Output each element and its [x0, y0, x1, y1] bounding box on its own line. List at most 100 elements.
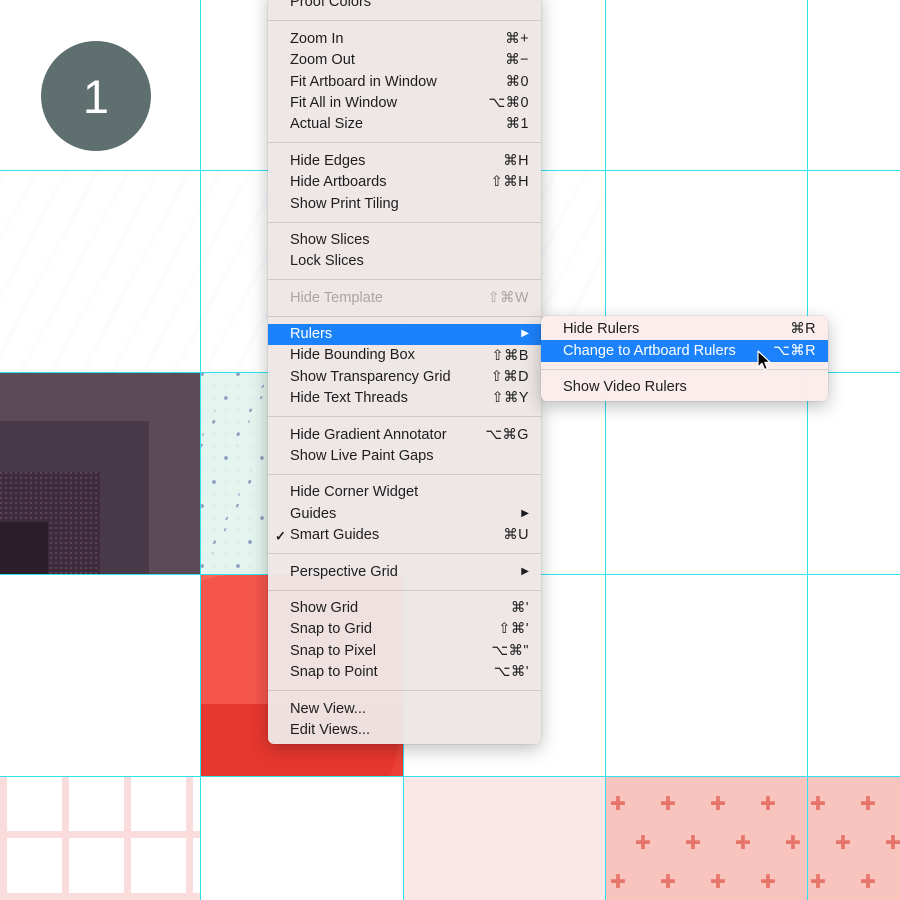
- view-menu-item-new-view[interactable]: New View...: [268, 698, 541, 719]
- view-menu-item-zoom-out[interactable]: Zoom Out ⌘−: [268, 50, 541, 71]
- rulers-submenu-item-show-video-rulers[interactable]: Show Video Rulers: [541, 377, 828, 398]
- arrow-pointer-cursor-icon: [757, 350, 771, 371]
- view-menu-item-edit-views[interactable]: Edit Views...: [268, 720, 541, 741]
- view-menu-item-snap-to-grid[interactable]: Snap to Grid ⇧⌘': [268, 619, 541, 640]
- view-menu-item-lock-slices[interactable]: Lock Slices: [268, 251, 541, 272]
- plus-glyph-icon: ✚: [660, 872, 676, 893]
- rulers-submenu[interactable]: Hide Rulers ⌘R Change to Artboard Rulers ⌥⌘…: [541, 316, 828, 402]
- view-menu-item-snap-to-point[interactable]: Snap to Point ⌥⌘': [268, 662, 541, 683]
- view-menu-item-rulers[interactable]: Rulers ▶: [268, 323, 541, 346]
- view-menu-item-label: Hide Edges: [290, 152, 366, 169]
- view-menu-item-label: Smart Guides: [290, 527, 380, 544]
- view-menu-item-show-grid[interactable]: Show Grid ⌘': [268, 598, 541, 619]
- view-menu-item-shortcut: ⇧⌘W: [487, 289, 529, 306]
- view-menu-item-hide-corner-widget[interactable]: Hide Corner Widget: [268, 482, 541, 503]
- rulers-submenu-item-shortcut: ⌥⌘R: [773, 342, 816, 359]
- rulers-submenu-item-hide-rulers[interactable]: Hide Rulers ⌘R: [541, 319, 828, 340]
- rulers-submenu-group: Show Video Rulers: [541, 374, 828, 401]
- view-menu-group: Hide Edges ⌘H Hide Artboards ⇧⌘H Show Print …: [268, 147, 541, 217]
- view-menu-item-label: Show Grid: [290, 599, 359, 616]
- view-menu-item-label: Zoom Out: [290, 52, 355, 69]
- plus-glyph-icon: ✚: [810, 872, 826, 893]
- view-menu-item-shortcut: ⌥⌘G: [485, 426, 529, 443]
- view-menu-item-guides[interactable]: Guides ▶: [268, 503, 541, 524]
- view-menu-item-fit-artboard-in-window[interactable]: Fit Artboard in Window ⌘0: [268, 71, 541, 92]
- view-menu-item-label: Actual Size: [290, 116, 364, 133]
- view-menu-item-show-print-tiling[interactable]: Show Print Tiling: [268, 193, 541, 214]
- plus-glyph-icon: ✚: [735, 833, 751, 854]
- view-menu-item-zoom-in[interactable]: Zoom In ⌘+: [268, 28, 541, 49]
- view-menu-separator: [268, 20, 541, 22]
- view-menu-item-show-transparency-grid[interactable]: Show Transparency Grid ⇧⌘D: [268, 366, 541, 387]
- view-menu-item-actual-size[interactable]: Actual Size ⌘1: [268, 114, 541, 135]
- view-menu-item-label: Edit Views...: [290, 721, 371, 738]
- view-menu-group: Rulers ▶ Hide Bounding Box ⇧⌘B Show Transpar…: [268, 321, 541, 413]
- plus-glyph-icon: ✚: [835, 833, 851, 854]
- view-menu-item-show-slices[interactable]: Show Slices: [268, 230, 541, 251]
- plus-glyph-icon: ✚: [760, 872, 776, 893]
- view-menu-item-shortcut: ⌘0: [505, 73, 529, 90]
- view-menu-item-shortcut: ⌥⌘': [493, 664, 529, 681]
- view-menu-group: Perspective Grid ▶: [268, 558, 541, 585]
- view-menu-separator: [268, 690, 541, 692]
- view-menu-item-hide-text-threads[interactable]: Hide Text Threads ⇧⌘Y: [268, 388, 541, 409]
- view-menu-separator: [268, 142, 541, 144]
- plus-glyph-icon: ✚: [810, 794, 826, 815]
- plus-glyph-icon: ✚: [635, 833, 651, 854]
- view-menu-separator: [268, 315, 541, 317]
- view-menu-item-proof-colors[interactable]: Proof Colors: [268, 0, 541, 13]
- illustrator-canvas: ✚✚✚✚✚✚✚✚✚✚✚✚✚✚✚✚✚✚✚✚✚✚✚✚✚✚✚✚✚✚✚✚✚✚✚ 1 Pr…: [0, 0, 900, 900]
- rulers-submenu-item-change-to-artboard-rulers[interactable]: Change to Artboard Rulers ⌥⌘R: [541, 340, 828, 362]
- plus-glyph-icon: ✚: [760, 794, 776, 815]
- view-menu-item-shortcut: ⌥⌘": [491, 642, 529, 659]
- view-menu-item-fit-all-in-window[interactable]: Fit All in Window ⌥⌘0: [268, 93, 541, 114]
- view-menu-item-label: Hide Template: [290, 289, 384, 306]
- mouse-cursor: [757, 350, 773, 372]
- plus-glyph-icon: ✚: [660, 794, 676, 815]
- view-menu-separator: [268, 279, 541, 281]
- view-menu-item-smart-guides[interactable]: ✓ Smart Guides ⌘U: [268, 525, 541, 546]
- view-menu-item-hide-bounding-box[interactable]: Hide Bounding Box ⇧⌘B: [268, 345, 541, 366]
- view-menu-item-snap-to-pixel[interactable]: Snap to Pixel ⌥⌘": [268, 640, 541, 661]
- rulers-submenu-item-label: Change to Artboard Rulers: [563, 342, 736, 359]
- guide-horizontal: [0, 776, 900, 777]
- view-menu-item-hide-edges[interactable]: Hide Edges ⌘H: [268, 150, 541, 171]
- guide-vertical: [200, 0, 201, 900]
- view-menu-item-shortcut: ⇧⌘Y: [491, 390, 529, 407]
- chevron-right-icon: ▶: [521, 565, 529, 577]
- view-menu-item-shortcut: ⌘+: [505, 30, 529, 47]
- rulers-submenu-item-label: Show Video Rulers: [563, 379, 687, 396]
- view-menu-item-perspective-grid[interactable]: Perspective Grid ▶: [268, 561, 541, 582]
- view-menu-separator: [268, 416, 541, 418]
- view-menu-item-label: Lock Slices: [290, 253, 364, 270]
- view-menu-group: Show Slices Lock Slices: [268, 227, 541, 276]
- plus-glyph-icon: ✚: [610, 872, 626, 893]
- view-menu-dropdown[interactable]: Proof Colors Zoom In ⌘+ Zoom Out ⌘− Fit Artbo…: [268, 0, 541, 744]
- view-menu-item-label: Hide Gradient Annotator: [290, 426, 447, 443]
- checkmark-icon: ✓: [275, 528, 286, 543]
- view-menu-item-label: Snap to Pixel: [290, 642, 376, 659]
- view-menu-separator: [268, 553, 541, 555]
- view-menu-item-hide-artboards[interactable]: Hide Artboards ⇧⌘H: [268, 172, 541, 193]
- view-menu-item-shortcut: ⌘U: [503, 527, 529, 544]
- view-menu-item-shortcut: ⇧⌘B: [491, 347, 529, 364]
- view-menu-item-shortcut: ⌘': [510, 600, 529, 617]
- view-menu-item-hide-gradient-annotator[interactable]: Hide Gradient Annotator ⌥⌘G: [268, 424, 541, 445]
- plus-glyph-icon: ✚: [860, 794, 876, 815]
- plus-glyph-icon: ✚: [710, 794, 726, 815]
- view-menu-item-label: Hide Bounding Box: [290, 347, 415, 364]
- view-menu-item-label: Rulers: [290, 326, 333, 343]
- view-menu-item-label: Proof Colors: [290, 0, 372, 11]
- view-menu-item-label: New View...: [290, 700, 366, 717]
- view-menu-group: Zoom In ⌘+ Zoom Out ⌘− Fit Artboard in Windo…: [268, 25, 541, 138]
- view-menu-item-label: Hide Artboards: [290, 174, 387, 191]
- step-badge: 1: [41, 41, 151, 151]
- artwork-pink-grid-pattern: [0, 776, 200, 900]
- artwork-purple-rect-core: [0, 522, 48, 574]
- view-menu-item-show-live-paint-gaps[interactable]: Show Live Paint Gaps: [268, 446, 541, 467]
- view-menu-item-label: Snap to Point: [290, 664, 378, 681]
- view-menu-item-label: Show Print Tiling: [290, 195, 399, 212]
- view-menu-separator: [268, 589, 541, 591]
- view-menu-item-label: Show Slices: [290, 231, 370, 248]
- view-menu-item-label: Hide Text Threads: [290, 390, 408, 407]
